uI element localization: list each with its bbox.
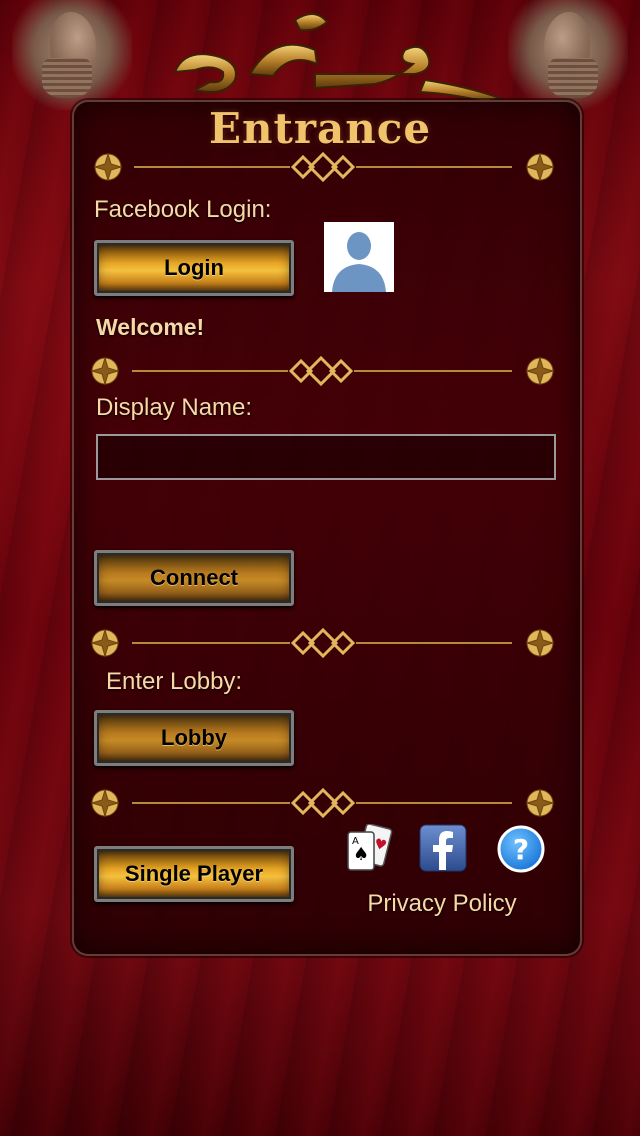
persian-statue-icon [508, 0, 628, 110]
ornament-divider [90, 627, 555, 659]
login-button[interactable]: Login [94, 240, 294, 296]
svg-text:♠: ♠ [353, 844, 369, 865]
enter-lobby-label: Enter Lobby: [106, 668, 243, 695]
calligraphy-logo-icon [173, 13, 504, 102]
ornament-divider [90, 787, 555, 819]
display-name-input[interactable] [96, 434, 556, 480]
facebook-login-label: Facebook Login: [94, 196, 272, 223]
display-name-label: Display Name: [96, 394, 253, 421]
privacy-policy-link[interactable]: Privacy Policy [340, 890, 544, 918]
single-player-button[interactable]: Single Player [94, 846, 294, 902]
lobby-button[interactable]: Lobby [94, 710, 294, 766]
facebook-icon[interactable] [419, 824, 467, 872]
persian-statue-icon [12, 0, 132, 110]
default-avatar-icon [324, 222, 394, 292]
connect-button[interactable]: Connect [94, 550, 294, 606]
svg-text:?: ? [513, 833, 529, 866]
page-title: Entrance [208, 104, 432, 153]
ornament-divider [90, 355, 555, 387]
help-icon[interactable]: ? [496, 824, 546, 874]
ornament-divider [93, 151, 555, 183]
welcome-text: Welcome! [96, 314, 205, 340]
playing-cards-icon[interactable]: ♥ A ♠ [344, 824, 396, 874]
